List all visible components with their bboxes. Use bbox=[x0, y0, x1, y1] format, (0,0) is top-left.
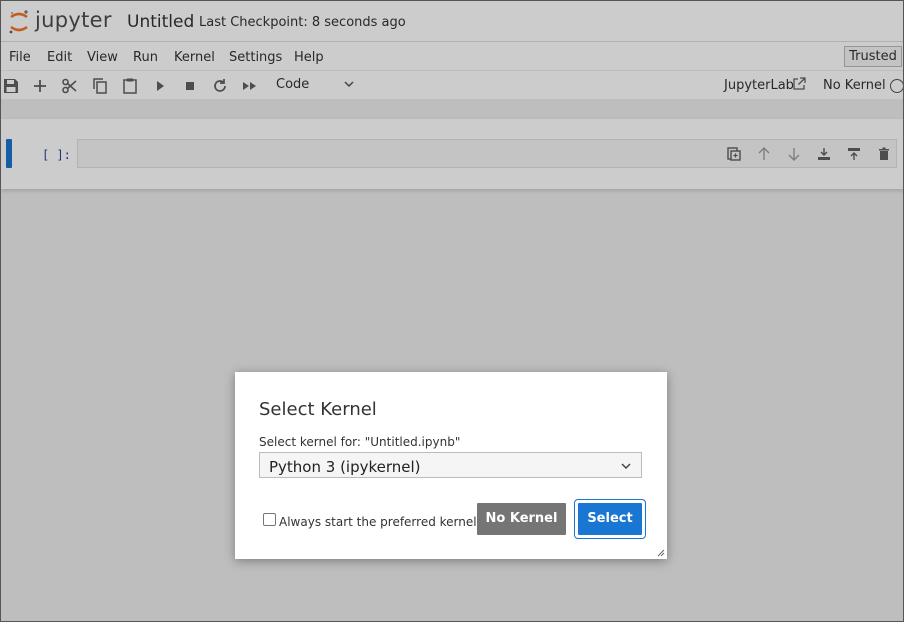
app-window: jupyter Untitled Last Checkpoint: 8 seco… bbox=[0, 0, 904, 622]
select-button[interactable]: Select bbox=[578, 503, 642, 535]
preferred-kernel-checkbox[interactable] bbox=[263, 513, 276, 526]
preferred-kernel-label[interactable]: Always start the preferred kernel bbox=[279, 515, 477, 529]
kernel-select-value: Python 3 (ipykernel) bbox=[269, 458, 421, 476]
kernel-select[interactable]: Python 3 (ipykernel) bbox=[259, 452, 642, 478]
select-kernel-dialog: Select Kernel Select kernel for: "Untitl… bbox=[235, 372, 667, 559]
kernel-select-label: Select kernel for: "Untitled.ipynb" bbox=[259, 435, 461, 449]
dialog-title: Select Kernel bbox=[259, 399, 377, 420]
chevron-down-icon bbox=[621, 463, 631, 470]
no-kernel-button[interactable]: No Kernel bbox=[477, 503, 566, 535]
resize-handle-icon[interactable] bbox=[655, 547, 665, 557]
